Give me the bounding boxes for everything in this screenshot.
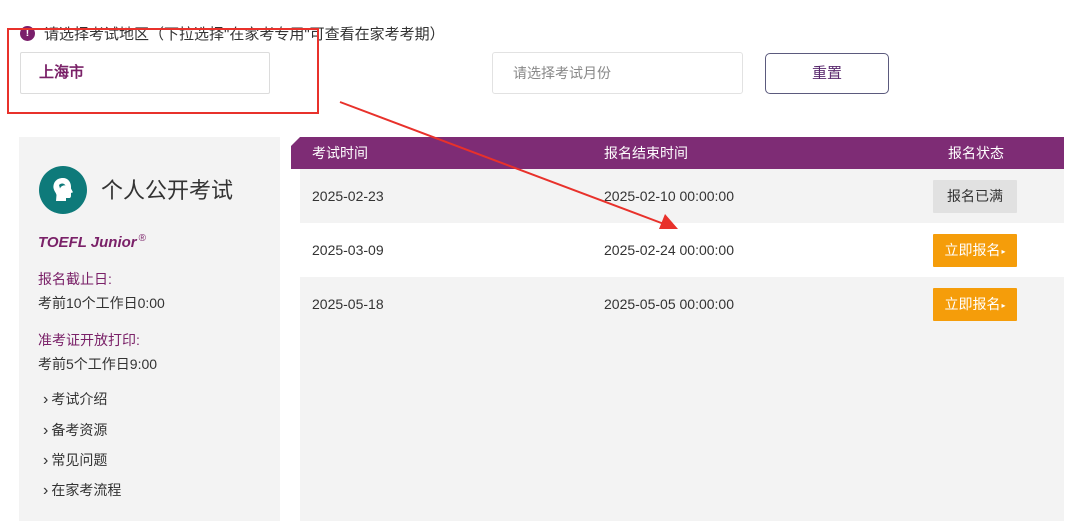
- register-now-button[interactable]: 立即报名▸: [933, 288, 1017, 321]
- status-full-badge: 报名已满: [933, 180, 1017, 213]
- header-exam-date: 考试时间: [312, 145, 368, 161]
- cell-exam-date: 2025-03-09: [312, 242, 384, 258]
- reset-button[interactable]: 重置: [765, 53, 889, 94]
- table-row: 2025-02-23 2025-02-10 00:00:00 报名已满: [300, 169, 1064, 223]
- exam-name: TOEFL Junior ®: [38, 233, 146, 251]
- sidebar-link-faq[interactable]: › 常见问题: [43, 450, 107, 470]
- cell-registration-deadline: 2025-05-05 00:00:00: [604, 296, 734, 312]
- caret-right-icon: ▸: [1001, 300, 1006, 310]
- schedule-table-body: 2025-02-23 2025-02-10 00:00:00 报名已满 2025…: [300, 169, 1064, 521]
- table-row: 2025-03-09 2025-02-24 00:00:00 立即报名▸: [300, 223, 1064, 277]
- header-registration-deadline: 报名结束时间: [604, 145, 688, 161]
- exam-name-text: TOEFL Junior: [38, 234, 137, 251]
- exam-info-panel: 个人公开考试 TOEFL Junior ® 报名截止日: 考前10个工作日0:00…: [19, 137, 280, 521]
- sidebar-link-label: 考试介绍: [51, 391, 108, 407]
- exclamation-icon: !: [20, 25, 35, 41]
- region-select-value: 上海市: [39, 64, 85, 81]
- chevron-right-icon: ›: [43, 422, 49, 439]
- deadline-value: 考前10个工作日0:00: [38, 295, 165, 311]
- chevron-right-icon: ›: [43, 452, 49, 469]
- table-row: 2025-05-18 2025-05-05 00:00:00 立即报名▸: [300, 277, 1064, 331]
- sidebar-link-label: 在家考流程: [51, 482, 122, 498]
- region-notice: ! 请选择考试地区（下拉选择"在家考专用"可查看在家考考期）: [20, 22, 445, 44]
- month-select-placeholder: 请选择考试月份: [513, 65, 611, 81]
- month-select[interactable]: 请选择考试月份: [492, 52, 743, 94]
- chevron-right-icon: ›: [43, 482, 49, 499]
- ticket-print-label: 准考证开放打印:: [38, 332, 140, 348]
- deadline-label: 报名截止日:: [38, 271, 112, 287]
- schedule-table-header: 考试时间 报名结束时间 报名状态: [291, 137, 1064, 169]
- sidebar-link-exam-intro[interactable]: › 考试介绍: [43, 389, 107, 409]
- cell-registration-deadline: 2025-02-10 00:00:00: [604, 188, 734, 204]
- header-registration-status: 报名状态: [948, 145, 1004, 161]
- register-now-label: 立即报名: [944, 242, 1001, 258]
- cell-exam-date: 2025-05-18: [312, 296, 384, 312]
- sidebar-link-label: 备考资源: [51, 422, 108, 438]
- registered-mark: ®: [138, 233, 146, 244]
- chevron-right-icon: ›: [43, 391, 49, 408]
- sidebar-link-label: 常见问题: [51, 452, 108, 468]
- sidebar-link-home-exam-process[interactable]: › 在家考流程: [43, 480, 121, 500]
- reset-button-label: 重置: [811, 65, 842, 82]
- notice-text: 请选择考试地区（下拉选择"在家考专用"可查看在家考考期）: [44, 25, 445, 43]
- sidebar-link-prep-resources[interactable]: › 备考资源: [43, 420, 107, 440]
- region-select[interactable]: 上海市: [20, 52, 270, 94]
- head-silhouette-icon: [39, 166, 87, 214]
- cell-exam-date: 2025-02-23: [312, 188, 384, 204]
- register-now-label: 立即报名: [944, 296, 1001, 312]
- exam-category-title: 个人公开考试: [101, 178, 234, 203]
- caret-right-icon: ▸: [1001, 246, 1006, 256]
- ticket-print-value: 考前5个工作日9:00: [38, 356, 158, 372]
- register-now-button[interactable]: 立即报名▸: [933, 234, 1017, 267]
- cell-registration-deadline: 2025-02-24 00:00:00: [604, 242, 734, 258]
